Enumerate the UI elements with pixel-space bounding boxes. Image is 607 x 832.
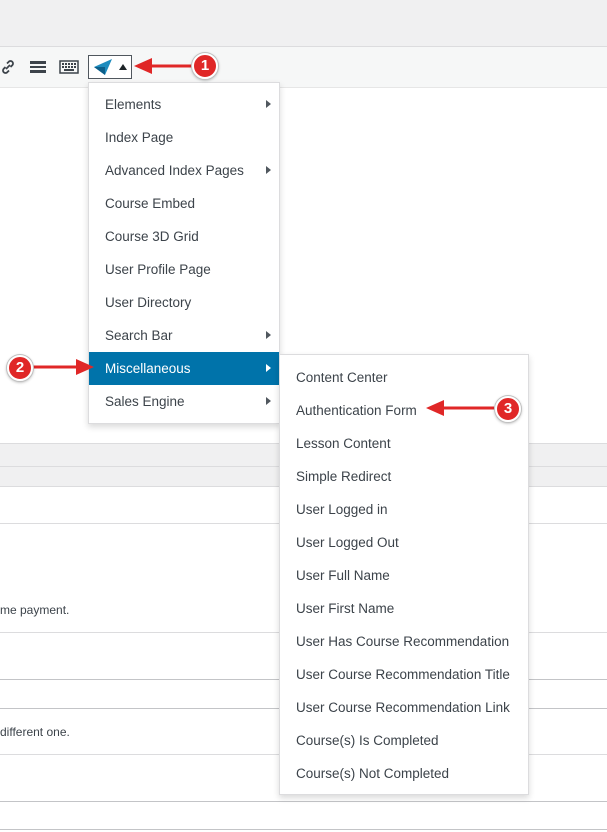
menu-item-label: Search Bar	[105, 328, 173, 343]
annotation-badge-2: 2	[7, 355, 33, 381]
chevron-right-icon	[266, 397, 271, 405]
submenu-item-simple-redirect[interactable]: Simple Redirect	[280, 460, 528, 493]
menu-item-course-3d-grid[interactable]: Course 3D Grid	[89, 220, 279, 253]
menu-item-label: User Directory	[105, 295, 192, 310]
menu-item-user-profile-page[interactable]: User Profile Page	[89, 253, 279, 286]
submenu-item-lesson-content[interactable]: Lesson Content	[280, 427, 528, 460]
menu-item-advanced-index-pages[interactable]: Advanced Index Pages	[89, 154, 279, 187]
submenu-item-user-course-recommendation-link[interactable]: User Course Recommendation Link	[280, 691, 528, 724]
keyboard-icon[interactable]	[59, 56, 79, 78]
chevron-right-icon	[266, 331, 271, 339]
caret-up-icon	[119, 64, 127, 70]
menu-item-sales-engine[interactable]: Sales Engine	[89, 385, 279, 418]
miscellaneous-submenu: Content Center Authentication Form Lesson …	[279, 354, 529, 795]
shortcode-dropdown-menu: Elements Index Page Advanced Index Pages Co…	[88, 82, 280, 424]
background-text-different: different one.	[0, 725, 70, 739]
submenu-item-user-has-course-recommendation[interactable]: User Has Course Recommendation	[280, 625, 528, 658]
submenu-item-course-s-is-completed[interactable]: Course(s) Is Completed	[280, 724, 528, 757]
chevron-right-icon	[266, 100, 271, 108]
divider	[0, 801, 607, 802]
submenu-item-user-logged-out[interactable]: User Logged Out	[280, 526, 528, 559]
annotation-badge-3: 3	[495, 396, 521, 422]
menu-item-search-bar[interactable]: Search Bar	[89, 319, 279, 352]
plugin-shortcode-button[interactable]	[88, 55, 132, 79]
plugin-logo-icon	[93, 58, 113, 76]
menu-item-label: Elements	[105, 97, 162, 112]
menu-item-course-embed[interactable]: Course Embed	[89, 187, 279, 220]
menu-item-label: Advanced Index Pages	[105, 163, 244, 178]
menu-item-label: User Profile Page	[105, 262, 211, 277]
horizontal-rule-icon[interactable]	[29, 56, 47, 78]
submenu-item-content-center[interactable]: Content Center	[280, 361, 528, 394]
divider	[0, 829, 607, 830]
chevron-right-icon	[266, 364, 271, 372]
menu-item-miscellaneous[interactable]: Miscellaneous	[89, 352, 279, 385]
menu-item-label: Course Embed	[105, 196, 196, 211]
annotation-badge-1: 1	[192, 53, 218, 79]
submenu-item-user-course-recommendation-title[interactable]: User Course Recommendation Title	[280, 658, 528, 691]
submenu-item-user-first-name[interactable]: User First Name	[280, 592, 528, 625]
menu-item-label: Index Page	[105, 130, 174, 145]
annotation-arrow-2	[30, 359, 94, 375]
submenu-item-user-logged-in[interactable]: User Logged in	[280, 493, 528, 526]
link-icon[interactable]	[0, 56, 16, 78]
menu-item-user-directory[interactable]: User Directory	[89, 286, 279, 319]
menu-item-label: Miscellaneous	[105, 361, 191, 376]
background-text-payment: me payment.	[0, 603, 70, 617]
admin-top-bar	[0, 0, 607, 47]
submenu-item-authentication-form[interactable]: Authentication Form	[280, 394, 528, 427]
menu-item-label: Course 3D Grid	[105, 229, 199, 244]
submenu-item-course-s-not-completed[interactable]: Course(s) Not Completed	[280, 757, 528, 790]
chevron-right-icon	[266, 166, 271, 174]
menu-item-label: Sales Engine	[105, 394, 185, 409]
menu-item-index-page[interactable]: Index Page	[89, 121, 279, 154]
menu-item-elements[interactable]: Elements	[89, 88, 279, 121]
submenu-item-user-full-name[interactable]: User Full Name	[280, 559, 528, 592]
